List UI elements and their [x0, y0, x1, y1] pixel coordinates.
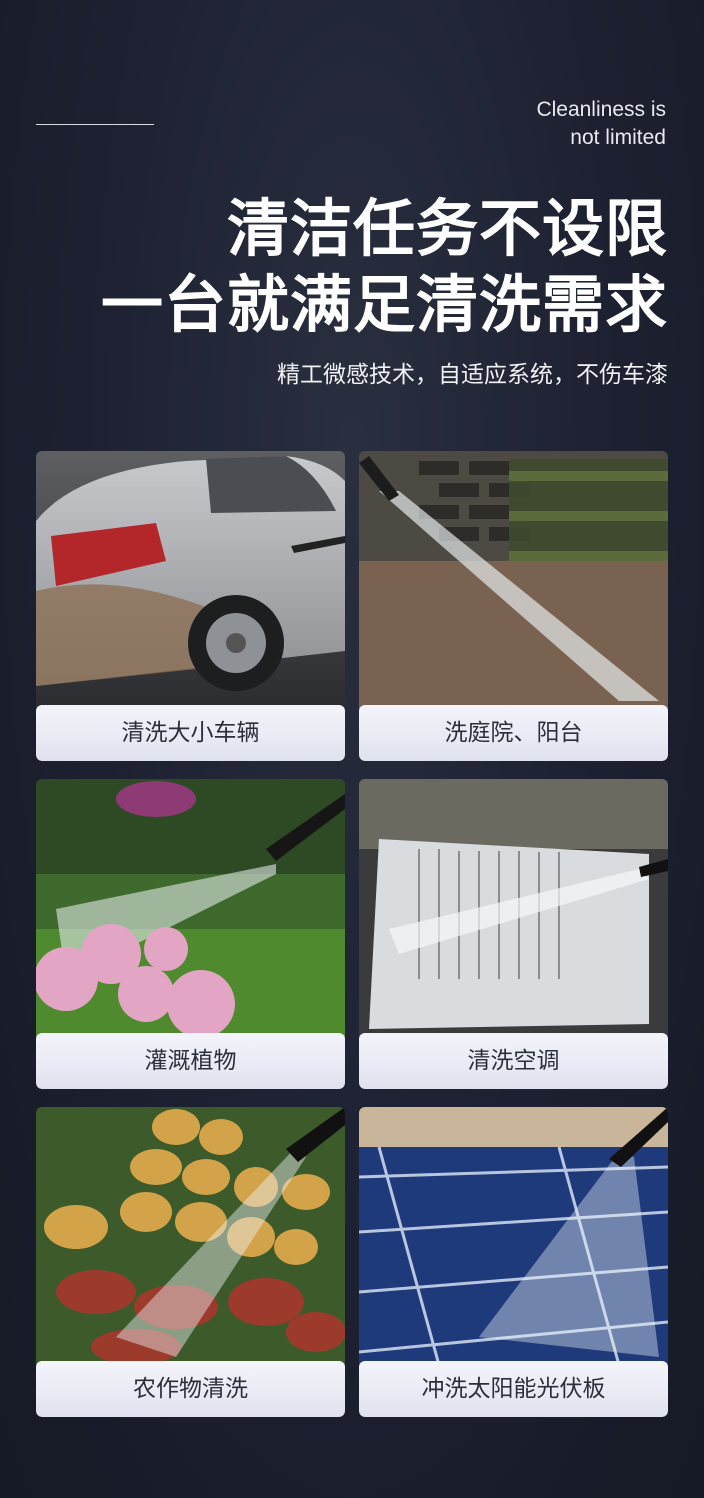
courtyard-wash-photo [359, 451, 668, 709]
air-conditioner-wash-photo [359, 779, 668, 1037]
card-label: 冲洗太阳能光伏板 [359, 1361, 668, 1417]
card-label: 清洗大小车辆 [36, 705, 345, 761]
card-label: 农作物清洗 [36, 1361, 345, 1417]
tagline-line-2: not limited [570, 126, 666, 149]
headline-line-1: 清洁任务不设限 [226, 192, 668, 265]
headline-line-2: 一台就满足清洗需求 [100, 268, 668, 341]
plant-watering-photo [36, 779, 345, 1037]
card-label: 灌溉植物 [36, 1033, 345, 1089]
english-tagline: Cleanliness is not limited [536, 96, 666, 152]
card-courtyard-wash: 洗庭院、阳台 [359, 451, 668, 761]
card-air-conditioner-wash: 清洗空调 [359, 779, 668, 1089]
crop-wash-photo [36, 1107, 345, 1365]
card-label: 洗庭院、阳台 [359, 705, 668, 761]
card-plant-watering: 灌溉植物 [36, 779, 345, 1089]
tagline-line-1: Cleanliness is [536, 98, 666, 121]
card-car-wash: 清洗大小车辆 [36, 451, 345, 761]
decorative-rule [36, 124, 154, 125]
card-solar-panel-wash: 冲洗太阳能光伏板 [359, 1107, 668, 1417]
card-crop-wash: 农作物清洗 [36, 1107, 345, 1417]
car-wash-photo [36, 451, 345, 709]
subheadline: 精工微感技术，自适应系统，不伤车漆 [277, 362, 668, 388]
solar-panel-wash-photo [359, 1107, 668, 1365]
card-label: 清洗空调 [359, 1033, 668, 1089]
